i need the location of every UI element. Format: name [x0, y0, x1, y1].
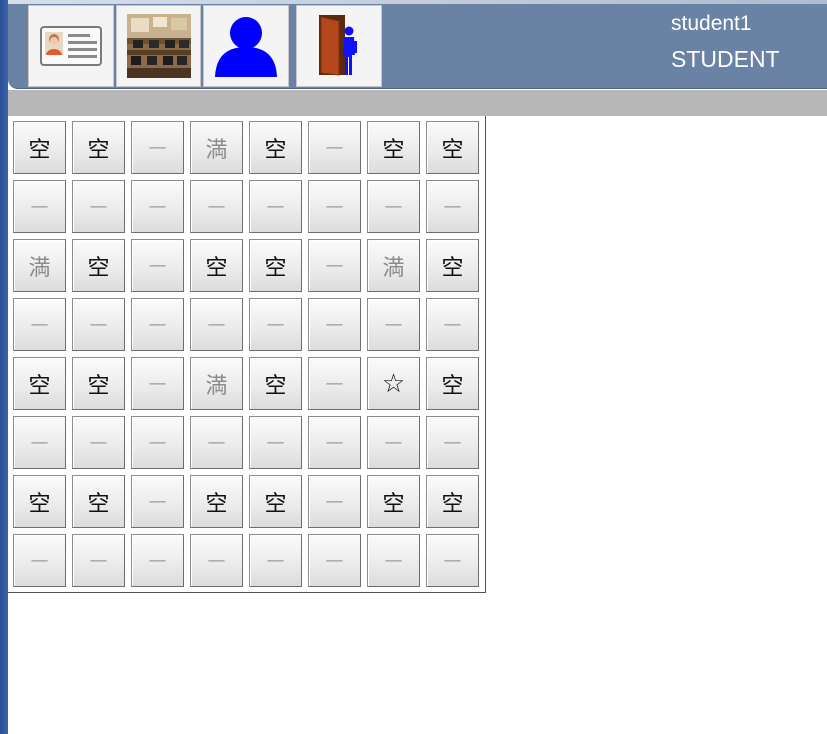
seat-empty[interactable]: 空	[367, 121, 420, 174]
seat-empty[interactable]: 空	[426, 239, 479, 292]
aisle-cell: —	[308, 121, 361, 174]
aisle-cell: —	[13, 416, 66, 469]
aisle-cell: —	[13, 180, 66, 233]
classroom-button[interactable]	[116, 5, 201, 87]
user-name-label: student1	[671, 12, 752, 35]
seat-empty[interactable]: 空	[249, 239, 302, 292]
window-left-edge	[0, 0, 8, 734]
seat-empty[interactable]: 空	[72, 475, 125, 528]
seat-empty[interactable]: 空	[367, 475, 420, 528]
seat-empty[interactable]: 空	[72, 121, 125, 174]
aisle-cell: —	[249, 416, 302, 469]
seat-empty[interactable]: 空	[426, 357, 479, 410]
aisle-cell: —	[131, 416, 184, 469]
aisle-cell: —	[426, 416, 479, 469]
seat-empty[interactable]: 空	[190, 475, 243, 528]
aisle-cell: —	[190, 534, 243, 587]
aisle-cell: —	[13, 298, 66, 351]
seat-empty[interactable]: 空	[190, 239, 243, 292]
aisle-cell: —	[308, 239, 361, 292]
aisle-cell: —	[190, 298, 243, 351]
aisle-cell: —	[308, 298, 361, 351]
aisle-cell: —	[131, 180, 184, 233]
aisle-cell: —	[367, 180, 420, 233]
aisle-cell: —	[426, 534, 479, 587]
profile-card-button[interactable]	[28, 5, 114, 87]
aisle-cell: —	[308, 475, 361, 528]
aisle-cell: —	[72, 534, 125, 587]
user-role-label: STUDENT	[671, 46, 780, 72]
user-button[interactable]	[203, 5, 289, 87]
aisle-cell: —	[249, 534, 302, 587]
aisle-cell: —	[131, 534, 184, 587]
seat-full: 満	[190, 121, 243, 174]
seat-empty[interactable]: 空	[13, 475, 66, 528]
aisle-cell: —	[367, 298, 420, 351]
seat-empty[interactable]: 空	[13, 121, 66, 174]
aisle-cell: —	[72, 416, 125, 469]
aisle-cell: —	[13, 534, 66, 587]
seat-empty[interactable]: 空	[426, 121, 479, 174]
seat-grid: 空空 — 満空 — 空空 — — — — — — — — 満空 — 空空 — 満空 — — — — — — — — 空空 — 満空 — ☆ 空…	[8, 116, 486, 593]
aisle-cell: —	[72, 180, 125, 233]
seat-full: 満	[367, 239, 420, 292]
seat-empty[interactable]: 空	[72, 239, 125, 292]
aisle-cell: —	[190, 416, 243, 469]
aisle-cell: —	[131, 121, 184, 174]
user-silhouette-icon	[215, 17, 277, 77]
seat-empty[interactable]: 空	[13, 357, 66, 410]
aisle-cell: —	[249, 298, 302, 351]
aisle-cell: —	[249, 180, 302, 233]
aisle-cell: —	[308, 416, 361, 469]
aisle-cell: —	[72, 298, 125, 351]
seat-empty[interactable]: 空	[249, 475, 302, 528]
aisle-cell: —	[190, 180, 243, 233]
aisle-cell: —	[131, 239, 184, 292]
seat-empty[interactable]: 空	[249, 121, 302, 174]
app-page: student1 STUDENT 空空 — 満空 — 空空 — — — — — — — — 満空 — 空空 — 満…	[8, 0, 827, 734]
seat-full: 満	[190, 357, 243, 410]
exit-door-icon	[319, 15, 357, 76]
seat-selected[interactable]: ☆	[367, 357, 420, 410]
logout-button[interactable]	[296, 5, 382, 87]
aisle-cell: —	[367, 534, 420, 587]
seat-empty[interactable]: 空	[72, 357, 125, 410]
aisle-cell: —	[308, 357, 361, 410]
aisle-cell: —	[367, 416, 420, 469]
aisle-cell: —	[308, 534, 361, 587]
aisle-cell: —	[131, 475, 184, 528]
top-toolbar: student1 STUDENT	[8, 0, 827, 89]
aisle-cell: —	[308, 180, 361, 233]
gray-strip	[8, 90, 827, 116]
aisle-cell: —	[131, 298, 184, 351]
seat-empty[interactable]: 空	[249, 357, 302, 410]
id-card-icon	[40, 26, 102, 66]
toolbar-highlight	[8, 0, 827, 4]
aisle-cell: —	[426, 180, 479, 233]
seat-full: 満	[13, 239, 66, 292]
seat-empty[interactable]: 空	[426, 475, 479, 528]
aisle-cell: —	[426, 298, 479, 351]
classroom-photo-icon	[126, 14, 191, 78]
aisle-cell: —	[131, 357, 184, 410]
